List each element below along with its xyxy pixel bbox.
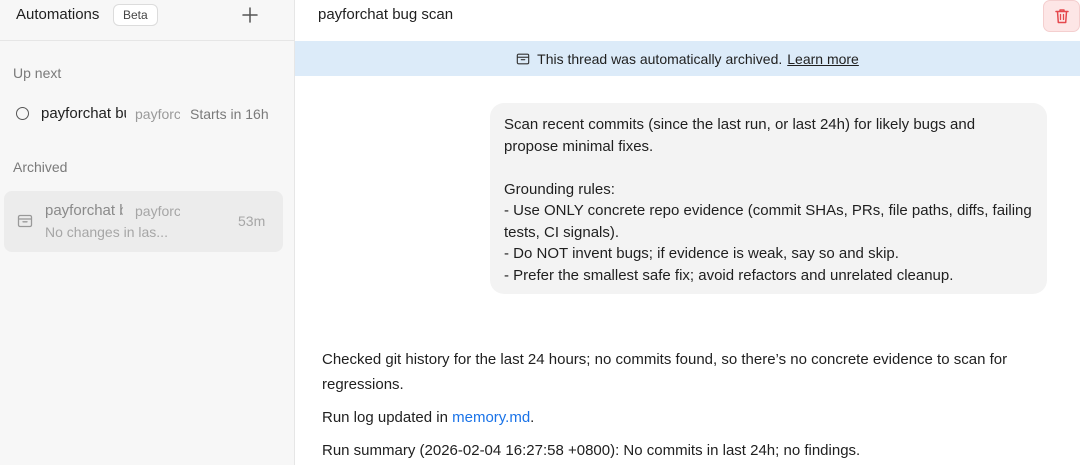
archive-icon (17, 214, 33, 228)
section-label-up-next: Up next (13, 65, 62, 81)
response-text: . (530, 409, 535, 426)
section-label-archived: Archived (13, 159, 68, 175)
sidebar-header: Automations Beta (0, 0, 295, 41)
response-text: Run log updated in (322, 409, 453, 426)
learn-more-link[interactable]: Learn more (787, 51, 859, 67)
main-panel: payforchat bug scan This thread was auto… (295, 0, 1080, 465)
memory-file-link[interactable]: memory.md (452, 409, 530, 426)
user-message-bubble: Scan recent commits (since the last run,… (490, 103, 1047, 294)
response-paragraph: Run log updated in memory.md. (322, 405, 1052, 430)
assistant-response: Checked git history for the last 24 hour… (322, 347, 1052, 463)
sidebar: Automations Beta Up next payforchat bug … (0, 0, 295, 465)
main-header: payforchat bug scan (295, 0, 1080, 41)
response-paragraph: Checked git history for the last 24 hour… (322, 351, 1008, 393)
automation-project: payforchat (135, 203, 180, 219)
automation-schedule: Starts in 16h (190, 106, 269, 122)
archive-icon (516, 53, 530, 64)
automation-name: payforchat bug scan (45, 202, 123, 219)
sidebar-item-archived[interactable]: payforchat bug scan payforchat No change… (4, 191, 283, 252)
circle-icon (16, 107, 29, 120)
user-message-text: Scan recent commits (since the last run,… (504, 116, 1032, 284)
automation-time: 53m (238, 213, 266, 229)
automation-name: payforchat bug scan (41, 105, 126, 122)
archived-banner: This thread was automatically archived. … (295, 41, 1080, 76)
sidebar-item-up-next[interactable]: payforchat bug scan payforchat Starts in… (4, 98, 287, 130)
automation-project: payforchat (135, 106, 180, 122)
trash-icon (1054, 9, 1069, 24)
run-summary: Run summary (2026-02-04 16:27:58 +0800):… (322, 442, 861, 459)
plus-icon (242, 7, 258, 23)
thread-title: payforchat bug scan (318, 6, 454, 23)
sidebar-title: Automations (16, 6, 100, 23)
delete-button[interactable] (1043, 0, 1080, 32)
automation-preview: No changes in las... (45, 224, 168, 240)
banner-text: This thread was automatically archived. (537, 50, 783, 67)
beta-badge: Beta (113, 4, 158, 26)
new-automation-button[interactable] (238, 3, 262, 27)
